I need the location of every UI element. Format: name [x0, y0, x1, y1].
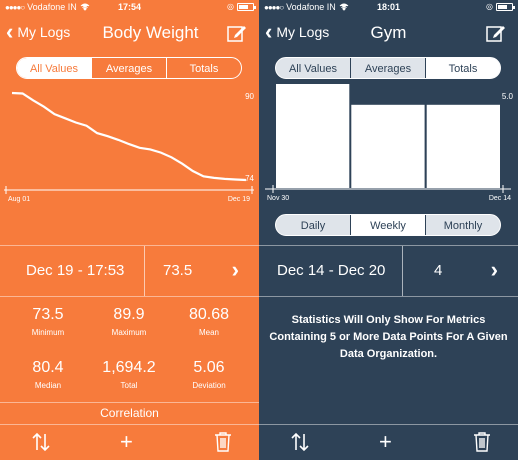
x-start-label: Nov 30 [267, 195, 289, 202]
y-max-label: 5.0 [502, 92, 514, 101]
gym-screen: ●●●●○ Vodafone IN 18:01 ◎ ‹ My Logs Gym … [259, 0, 518, 460]
view-mode-tabs: All Values Averages Totals [275, 57, 501, 79]
y-min-label: 74 [245, 174, 254, 183]
plus-icon[interactable]: + [120, 431, 133, 453]
nav-bar: ‹ My Logs Body Weight [0, 15, 259, 51]
stat-median: 80.4 Median [32, 359, 64, 390]
divider [0, 296, 259, 297]
stat-maximum: 89.9 Maximum [111, 306, 147, 337]
sort-arrows-icon[interactable] [289, 432, 311, 452]
bottom-toolbar: + [0, 424, 259, 460]
x-end-label: Dec 14 [489, 195, 511, 202]
weight-line-chart: Aug 01 Dec 19 90 74 [4, 91, 255, 203]
tab-monthly[interactable]: Monthly [425, 215, 500, 235]
period-range: Dec 14 - Dec 20 [277, 262, 386, 279]
trash-icon[interactable] [214, 432, 232, 452]
x-end-label: Dec 19 [228, 196, 250, 203]
bar [351, 104, 425, 188]
back-button[interactable]: ‹ My Logs [6, 19, 71, 44]
tab-daily[interactable]: Daily [276, 215, 350, 235]
back-label: My Logs [276, 24, 330, 40]
body-weight-screen: ●●●●○ Vodafone IN 17:54 ◎ ‹ My Logs Body… [0, 0, 259, 460]
plus-icon[interactable]: + [379, 431, 392, 453]
sort-arrows-icon[interactable] [30, 432, 52, 452]
bar [426, 104, 500, 188]
status-bar: ●●●●○ Vodafone IN 18:01 ◎ [259, 0, 518, 14]
status-bar: ●●●●○ Vodafone IN 17:54 ◎ [0, 0, 259, 14]
compose-icon[interactable] [486, 23, 506, 43]
tab-weekly[interactable]: Weekly [350, 215, 425, 235]
bottom-toolbar: + [259, 424, 518, 460]
status-time: 18:01 [376, 2, 401, 12]
chevron-right-icon: › [231, 257, 239, 282]
tab-totals[interactable]: Totals [166, 58, 241, 78]
location-icon: ◎ [486, 2, 493, 11]
period-tabs: Daily Weekly Monthly [275, 214, 501, 236]
back-label: My Logs [17, 24, 71, 40]
view-mode-tabs: All Values Averages Totals [16, 57, 242, 79]
latest-entry-row[interactable]: Dec 19 - 17:53 73.5 › [0, 246, 259, 296]
battery-icon [237, 2, 256, 11]
tab-all-values[interactable]: All Values [17, 58, 91, 78]
chevron-left-icon: ‹ [265, 19, 273, 44]
period-value: 4 [434, 262, 443, 279]
compose-icon[interactable] [227, 23, 247, 43]
stat-mean: 80.68 Mean [188, 306, 230, 337]
chevron-left-icon: ‹ [6, 19, 14, 44]
tab-averages[interactable]: Averages [91, 58, 166, 78]
bar [276, 84, 350, 188]
y-max-label: 90 [245, 92, 254, 101]
latest-period-row[interactable]: Dec 14 - Dec 20 4 › [259, 246, 518, 296]
nav-bar: ‹ My Logs Gym [259, 15, 518, 51]
entry-value: 73.5 [163, 262, 193, 279]
statistics-note: Statistics Will Only Show For Metrics Co… [269, 314, 508, 360]
tab-totals[interactable]: Totals [425, 58, 500, 78]
trash-icon[interactable] [473, 432, 491, 452]
back-button[interactable]: ‹ My Logs [265, 19, 330, 44]
tab-all-values[interactable]: All Values [276, 58, 350, 78]
weight-line [11, 91, 247, 182]
chevron-right-icon: › [490, 257, 498, 282]
tab-averages[interactable]: Averages [350, 58, 425, 78]
entry-date: Dec 19 - 17:53 [26, 262, 125, 279]
stat-deviation: 5.06 Deviation [192, 359, 226, 390]
divider [0, 402, 259, 403]
gym-bar-chart: Nov 30 Dec 14 5.0 [265, 84, 514, 202]
battery-icon [496, 2, 515, 11]
stat-total: 1,694.2 Total [102, 359, 156, 390]
location-icon: ◎ [227, 2, 234, 11]
correlation-button[interactable]: Correlation [0, 406, 259, 424]
status-time: 17:54 [117, 2, 142, 12]
page-title: Body Weight [102, 23, 199, 42]
divider [259, 296, 518, 297]
stat-minimum: 73.5 Minimum [31, 306, 65, 337]
x-start-label: Aug 01 [8, 196, 30, 203]
